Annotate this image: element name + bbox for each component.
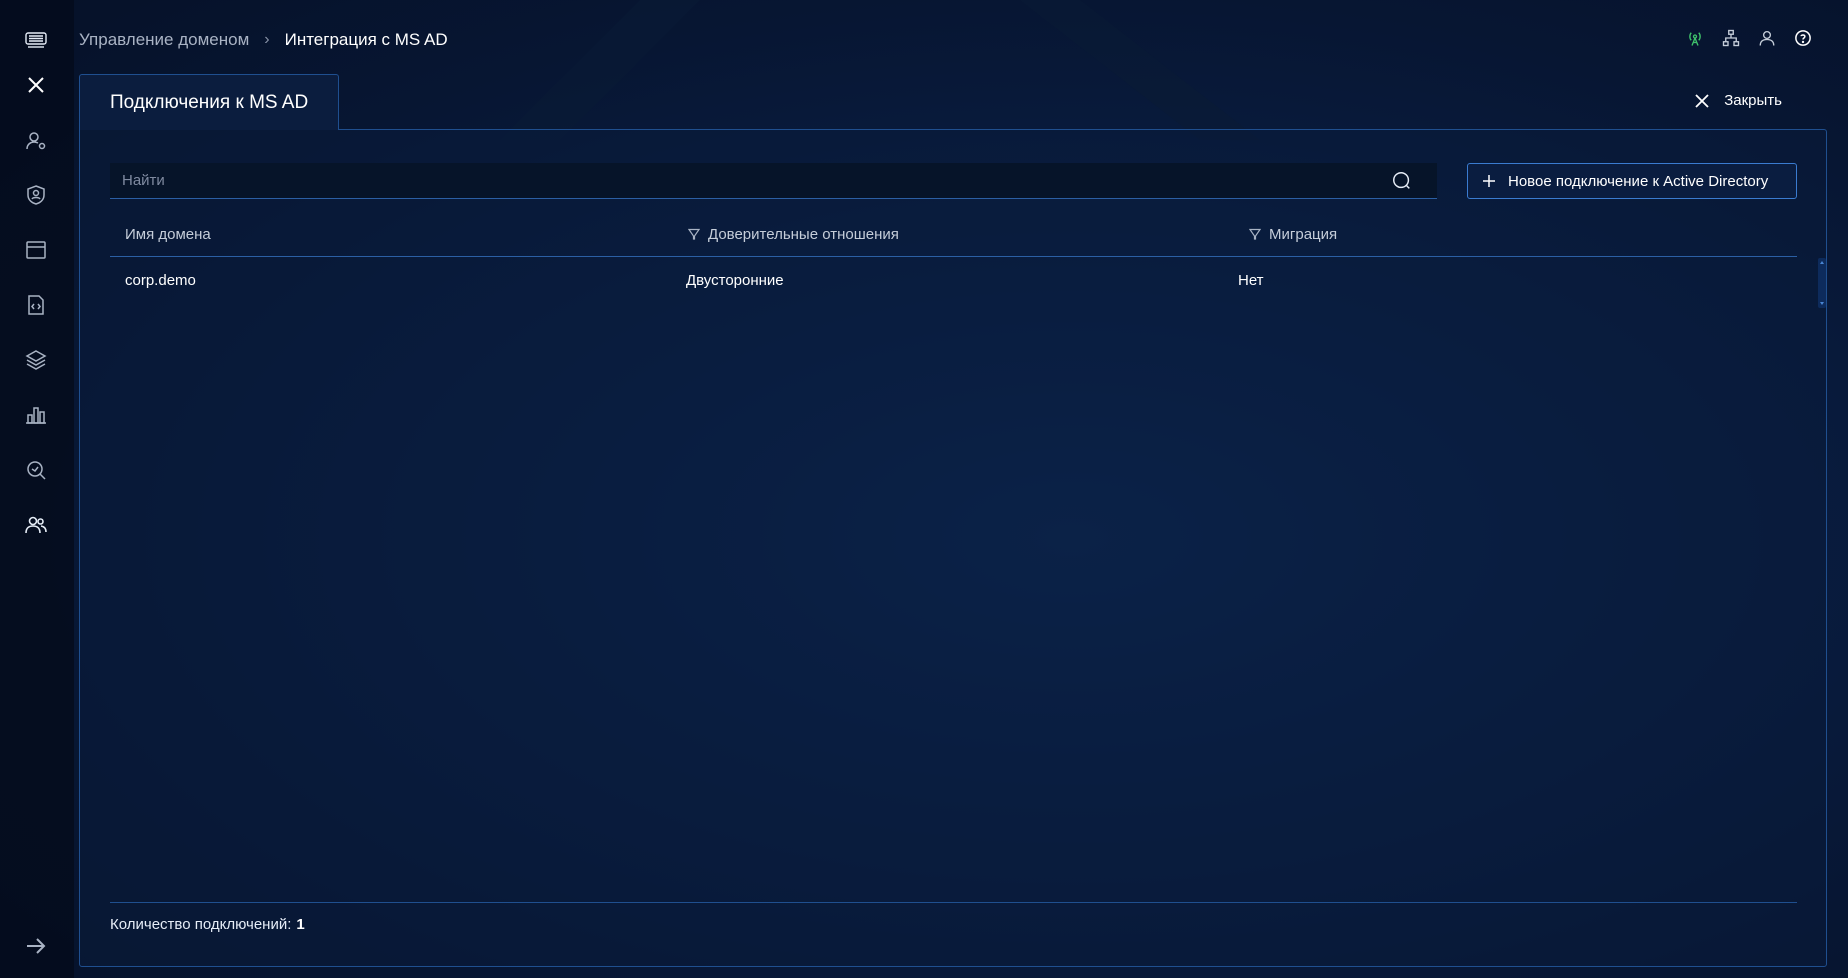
help-icon[interactable] (1794, 29, 1812, 47)
breadcrumb-parent[interactable]: Управление доменом (79, 28, 249, 52)
footer-divider (110, 902, 1797, 903)
scroll-up-icon[interactable] (1820, 261, 1824, 264)
bar-chart-icon[interactable] (23, 402, 49, 428)
user-settings-icon[interactable] (23, 128, 49, 154)
user-icon[interactable] (1758, 29, 1776, 47)
table-header: Имя домена Доверительные отношения Мигра… (110, 212, 1797, 257)
layers-icon[interactable] (23, 347, 49, 373)
sidebar (0, 0, 74, 978)
cell-domain-name: corp.demo (125, 271, 196, 289)
expand-arrow-icon[interactable] (23, 933, 49, 959)
close-button[interactable]: Закрыть (1694, 92, 1782, 109)
table-scrollbar[interactable] (1818, 258, 1826, 308)
close-label: Закрыть (1724, 92, 1782, 109)
count-value: 1 (296, 916, 305, 933)
column-header-domain-name[interactable]: Имя домена (125, 212, 211, 256)
scroll-down-icon[interactable] (1820, 302, 1824, 305)
cell-trust: Двусторонние (686, 271, 784, 289)
new-ad-connection-label: Новое подключение к Active Directory (1508, 172, 1769, 190)
tools-icon[interactable] (23, 72, 49, 98)
close-icon (1695, 93, 1709, 108)
search-icon[interactable] (1391, 170, 1413, 192)
logo-icon[interactable] (23, 27, 49, 53)
connections-count: Количество подключений: 1 (110, 916, 305, 933)
column-header-trust[interactable]: Доверительные отношения (688, 212, 899, 256)
tab-ms-ad-connections[interactable]: Подключения к MS AD (79, 74, 339, 130)
app-window: Управление доменом › Интеграция с MS AD (0, 0, 1848, 978)
window-icon[interactable] (23, 237, 49, 263)
filter-icon (688, 228, 700, 240)
search-bar (110, 162, 1437, 199)
table-row[interactable]: corp.demo Двусторонние Нет (110, 256, 1797, 304)
breadcrumb: Управление доменом › Интеграция с MS AD (79, 28, 448, 52)
network-icon[interactable] (1722, 29, 1740, 47)
new-ad-connection-button[interactable]: Новое подключение к Active Directory (1467, 163, 1797, 199)
shield-user-icon[interactable] (23, 182, 49, 208)
breadcrumb-current: Интеграция с MS AD (284, 30, 448, 49)
users-icon[interactable] (23, 512, 49, 538)
header-icons (1686, 29, 1812, 47)
script-file-icon[interactable] (23, 292, 49, 318)
breadcrumb-separator: › (264, 31, 270, 48)
search-analytics-icon[interactable] (23, 457, 49, 483)
column-header-migration[interactable]: Миграция (1249, 212, 1337, 256)
connections-panel: Новое подключение к Active Directory Имя… (79, 129, 1827, 967)
count-label: Количество подключений: (110, 916, 292, 933)
cell-migration: Нет (1238, 271, 1264, 289)
filter-icon (1249, 228, 1261, 240)
search-input[interactable] (110, 162, 1391, 199)
antenna-status-icon[interactable] (1686, 29, 1704, 47)
plus-icon (1483, 175, 1495, 187)
